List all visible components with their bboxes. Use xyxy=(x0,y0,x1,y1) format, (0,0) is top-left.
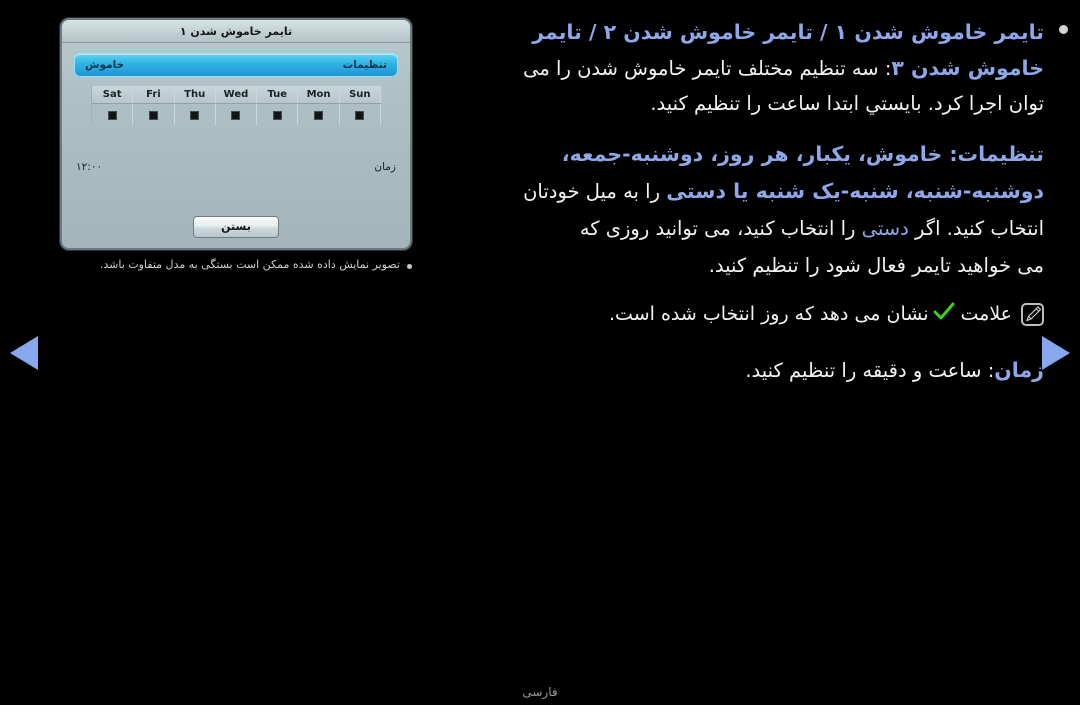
weekday-cell-sun[interactable] xyxy=(338,103,382,125)
checkbox-thu[interactable] xyxy=(190,110,200,120)
time-row[interactable]: زمان ۱۲:۰۰ xyxy=(76,161,396,173)
p1-line2-text: : سه تنظیم مختلف تایمر خاموش شدن را می xyxy=(523,57,892,80)
content-panel: تایمر خاموش شدن ۱ / تایمر خاموش شدن ۲ / … xyxy=(420,0,1080,705)
checkbox-fri[interactable] xyxy=(148,110,158,120)
weekday-cell-sat[interactable] xyxy=(90,103,134,125)
settings-row-value: خاموش xyxy=(85,59,125,71)
p1-line2-term: خاموش شدن ۳ xyxy=(891,56,1044,80)
illustration-panel: تایمر خاموش شدن ۱ تنظیمات خاموش Sat Fri … xyxy=(0,0,420,705)
manual-page: تایمر خاموش شدن ۱ تنظیمات خاموش Sat Fri … xyxy=(0,0,1080,705)
p1-line-1: تایمر خاموش شدن ۱ / تایمر خاموش شدن ۲ / … xyxy=(444,14,1044,50)
note-text-after: نشان می دهد که روز انتخاب شده است. xyxy=(609,303,929,325)
note-pencil-icon xyxy=(1021,303,1044,326)
settings-row-label: تنظیمات xyxy=(342,59,387,71)
time-value[interactable]: ۱۲:۰۰ xyxy=(76,161,102,173)
p2-line4-text: می خواهید تایمر فعال شود را تنظیم کنید. xyxy=(708,254,1044,277)
weekday-checkbox-row xyxy=(90,103,382,125)
weekday-header-fri: Fri xyxy=(132,86,175,104)
paragraph-settings: تنظیمات: خاموش، یکبار، هر روز، دوشنبه-جم… xyxy=(444,136,1044,284)
bullet-point-icon xyxy=(1059,25,1068,34)
p1-line1-term: تایمر خاموش شدن ۱ / تایمر خاموش شدن ۲ / … xyxy=(532,20,1044,44)
illustration-caption: تصویر نمایش داده شده ممکن است بستگی به م… xyxy=(52,258,412,273)
checkbox-sun[interactable] xyxy=(355,110,365,120)
p1-line-2: خاموش شدن ۳: سه تنظیم مختلف تایمر خاموش … xyxy=(444,50,1044,86)
weekday-cell-fri[interactable] xyxy=(132,103,175,125)
p2-line3-term: دستی xyxy=(861,217,909,240)
p1-line-3: توان اجرا کرد. بایستي ابتدا ساعت را تنظی… xyxy=(444,86,1044,122)
p2-line-1: تنظیمات: خاموش، یکبار، هر روز، دوشنبه-جم… xyxy=(444,136,1044,173)
p2-line3-text-b: را انتخاب کنید، می توانید روزی که xyxy=(579,217,862,240)
weekday-header-wed: Wed xyxy=(214,86,258,104)
off-timer-dialog: تایمر خاموش شدن ۱ تنظیمات خاموش Sat Fri … xyxy=(60,18,412,250)
language-label: فارسی xyxy=(522,685,558,699)
note-row: علامت نشان می دهد که روز انتخاب شده است. xyxy=(444,302,1044,327)
p2-line2-term: دوشنبه-شنبه، شنبه-یک شنبه یا دستی xyxy=(666,179,1044,203)
weekday-header-sun: Sun xyxy=(338,86,382,104)
p2-line-2: دوشنبه-شنبه، شنبه-یک شنبه یا دستی را به … xyxy=(444,173,1044,210)
checkbox-tue[interactable] xyxy=(272,110,282,120)
next-page-arrow-icon[interactable] xyxy=(1042,336,1070,370)
p3-line1-term: زمان xyxy=(994,358,1044,382)
p1-line3-text: توان اجرا کرد. بایستي ابتدا ساعت را تنظی… xyxy=(650,92,1044,115)
weekday-cell-mon[interactable] xyxy=(297,103,340,125)
p2-line3-text-a: انتخاب کنید. اگر xyxy=(908,217,1044,240)
p2-line2-text: را به میل خودتان xyxy=(523,180,667,203)
weekday-header-tue: Tue xyxy=(256,86,299,104)
weekday-header-row: Sat Fri Thu Wed Tue Mon Sun xyxy=(90,86,382,104)
weekday-header-sat: Sat xyxy=(90,86,134,104)
checkbox-sat[interactable] xyxy=(107,110,117,120)
weekday-header-thu: Thu xyxy=(173,86,216,104)
p2-line-3: انتخاب کنید. اگر دستی را انتخاب کنید، می… xyxy=(444,210,1044,247)
checkbox-wed[interactable] xyxy=(231,110,241,120)
p3-line1-text: : ساعت و دقیقه را تنظیم کنید. xyxy=(745,359,995,382)
p3-line-1: زمان: ساعت و دقیقه را تنظیم کنید. xyxy=(444,352,1044,389)
prev-page-arrow-icon[interactable] xyxy=(10,336,38,370)
weekday-cell-wed[interactable] xyxy=(214,103,258,125)
note-text-before: علامت xyxy=(960,303,1012,325)
weekday-header-mon: Mon xyxy=(297,86,340,104)
time-label: زمان xyxy=(374,161,396,173)
settings-row[interactable]: تنظیمات خاموش xyxy=(74,53,398,77)
weekday-cell-tue[interactable] xyxy=(256,103,299,125)
note-text: علامت نشان می دهد که روز انتخاب شده است. xyxy=(609,302,1012,327)
dialog-title: تایمر خاموش شدن ۱ xyxy=(62,20,410,43)
checkbox-mon[interactable] xyxy=(314,110,324,120)
weekday-selector[interactable]: Sat Fri Thu Wed Tue Mon Sun xyxy=(90,86,382,125)
dialog-body: تنظیمات خاموش Sat Fri Thu Wed Tue Mon Su… xyxy=(62,43,410,248)
p2-line-4: می خواهید تایمر فعال شود را تنظیم کنید. xyxy=(444,247,1044,284)
checkmark-icon xyxy=(932,302,956,327)
caption-bullet-icon xyxy=(407,264,412,269)
paragraph-off-timer: تایمر خاموش شدن ۱ / تایمر خاموش شدن ۲ / … xyxy=(444,14,1044,122)
close-button[interactable]: بستن xyxy=(193,216,279,238)
p2-line1-term: تنظیمات: خاموش، یکبار، هر روز، دوشنبه-جم… xyxy=(561,142,1044,166)
weekday-cell-thu[interactable] xyxy=(173,103,216,125)
paragraph-time: زمان: ساعت و دقیقه را تنظیم کنید. xyxy=(444,352,1044,389)
caption-text: تصویر نمایش داده شده ممکن است بستگی به م… xyxy=(99,258,400,271)
